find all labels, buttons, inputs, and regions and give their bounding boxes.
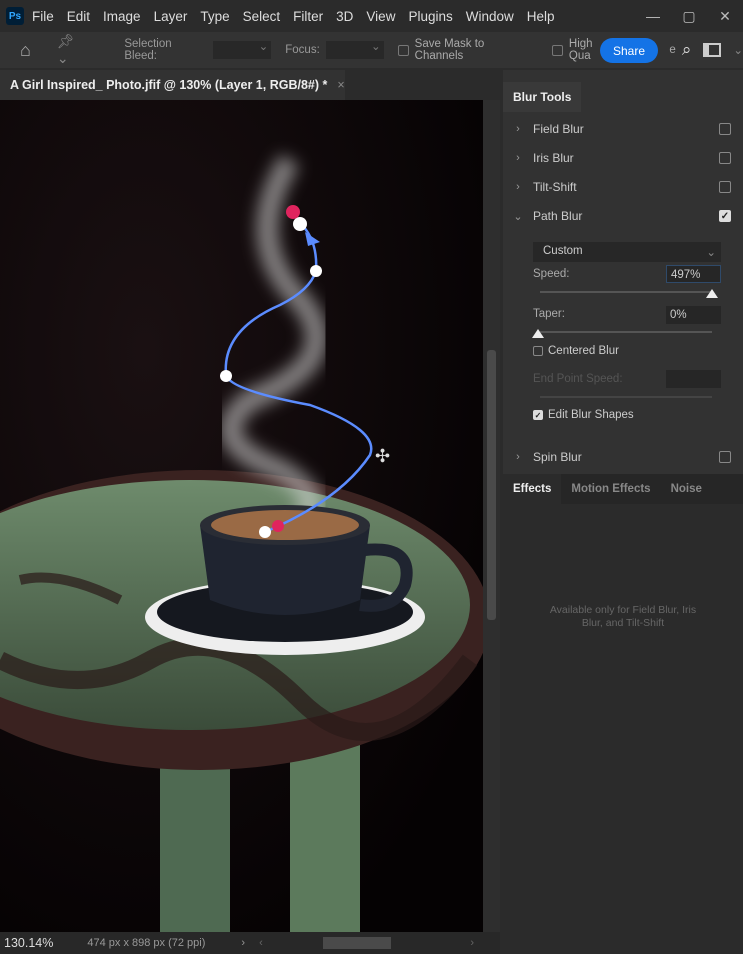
chevron-down-icon[interactable]: ⌄ xyxy=(503,210,533,223)
path-point xyxy=(220,370,232,382)
maximize-button[interactable]: ▢ xyxy=(671,8,707,25)
blur-item-tilt-shift[interactable]: › Tilt-Shift xyxy=(503,173,743,201)
taper-slider[interactable] xyxy=(540,331,712,333)
status-bar: 130.14% 474 px x 898 px (72 ppi) › ‹ › xyxy=(0,932,500,954)
tilt-shift-checkbox[interactable] xyxy=(719,181,731,193)
centered-blur-checkbox[interactable] xyxy=(533,346,543,356)
speed-label: Speed: xyxy=(533,268,570,280)
menu-layer[interactable]: Layer xyxy=(154,9,188,24)
end-point-speed-label: End Point Speed: xyxy=(533,373,623,385)
horizontal-scrollbar[interactable]: ‹ › xyxy=(259,937,474,949)
menu-image[interactable]: Image xyxy=(103,9,141,24)
blur-item-field[interactable]: › Field Blur xyxy=(503,115,743,143)
menu-file[interactable]: File xyxy=(32,9,54,24)
path-blur-checkbox[interactable]: ✓ xyxy=(719,210,731,222)
document-title: A Girl Inspired_ Photo.jfif @ 130% (Laye… xyxy=(10,78,328,92)
scroll-thumb[interactable] xyxy=(487,350,496,620)
menu-edit[interactable]: Edit xyxy=(67,9,90,24)
blur-item-spin[interactable]: › Spin Blur xyxy=(503,443,743,471)
edit-blur-shapes-checkbox[interactable]: ✓ xyxy=(533,410,543,420)
menu-view[interactable]: View xyxy=(366,9,395,24)
document-tab[interactable]: A Girl Inspired_ Photo.jfif @ 130% (Laye… xyxy=(0,70,345,100)
menu-type[interactable]: Type xyxy=(200,9,229,24)
chevron-right-icon[interactable]: › xyxy=(503,152,533,164)
zoom-level[interactable]: 130.14% xyxy=(4,936,53,950)
close-tab-icon[interactable]: × xyxy=(337,78,344,92)
document-tab-bar: A Girl Inspired_ Photo.jfif @ 130% (Laye… xyxy=(0,70,500,100)
coffee xyxy=(211,510,359,540)
status-arrow-icon[interactable]: › xyxy=(241,937,245,949)
chevron-right-icon[interactable]: › xyxy=(503,181,533,193)
photoshop-logo: Ps xyxy=(6,7,24,25)
cursor-icon: ✣ xyxy=(375,446,390,466)
field-blur-checkbox[interactable] xyxy=(719,123,731,135)
save-mask-label: Save Mask to Channels xyxy=(414,38,485,62)
focus-label: Focus: xyxy=(285,44,320,56)
preset-dropdown[interactable]: Custom ⌄ xyxy=(533,242,721,262)
pin-icon xyxy=(286,205,300,219)
tab-noise[interactable]: Noise xyxy=(661,474,712,504)
home-icon[interactable]: ⌂ xyxy=(20,40,31,61)
chevron-right-icon[interactable]: › xyxy=(503,451,533,463)
save-mask-checkbox[interactable] xyxy=(397,44,409,56)
effects-note: Available only for Field Blur, Iris Blur… xyxy=(549,604,697,629)
centered-blur-label: Centered Blur xyxy=(548,345,619,357)
blur-item-iris[interactable]: › Iris Blur xyxy=(503,144,743,172)
menu-help[interactable]: Help xyxy=(527,9,555,24)
effects-panel: Effects Motion Effects Noise Available o… xyxy=(503,474,743,954)
path-point xyxy=(293,217,307,231)
path-point xyxy=(259,526,271,538)
menu-select[interactable]: Select xyxy=(243,9,281,24)
menu-bar: Ps File Edit Image Layer Type Select Fil… xyxy=(0,0,743,32)
speed-slider-thumb[interactable] xyxy=(706,289,718,298)
pin-tool-icon[interactable]: 📌︎⌄ xyxy=(57,33,86,67)
spin-blur-checkbox[interactable] xyxy=(719,451,731,463)
speed-slider[interactable] xyxy=(540,291,712,293)
menu-3d[interactable]: 3D xyxy=(336,9,353,24)
menu-filter[interactable]: Filter xyxy=(293,9,323,24)
selection-bleed-dropdown[interactable] xyxy=(213,39,272,59)
high-quality-label-tail: e xyxy=(669,44,676,56)
chevron-right-icon[interactable]: › xyxy=(503,123,533,135)
taper-slider-thumb[interactable] xyxy=(532,329,544,338)
pin-icon xyxy=(272,520,284,532)
document-info: 474 px x 898 px (72 ppi) xyxy=(87,937,206,949)
workspace-icon[interactable] xyxy=(703,43,722,57)
search-icon[interactable]: ⌕ xyxy=(682,40,692,60)
end-point-speed-slider xyxy=(540,396,712,398)
edit-blur-shapes-label: Edit Blur Shapes xyxy=(548,409,634,421)
iris-blur-checkbox[interactable] xyxy=(719,152,731,164)
blur-item-path[interactable]: ⌄ Path Blur ✓ xyxy=(503,202,743,230)
share-button[interactable]: Share xyxy=(600,38,658,63)
tab-effects[interactable]: Effects xyxy=(503,474,562,504)
blur-tools-panel: Blur Tools › Field Blur › Iris Blur › Tilt-… xyxy=(503,70,743,954)
close-window-button[interactable]: ✕ xyxy=(707,8,743,25)
speed-input[interactable]: 497% xyxy=(666,265,721,283)
chevron-down-icon[interactable]: ⌄ xyxy=(733,43,743,57)
taper-input[interactable]: 0% xyxy=(666,306,721,324)
minimize-button[interactable]: — xyxy=(635,8,671,24)
end-point-speed-input xyxy=(666,370,721,388)
focus-dropdown[interactable] xyxy=(325,39,384,59)
chevron-down-icon: ⌄ xyxy=(706,247,716,259)
tab-motion-effects[interactable]: Motion Effects xyxy=(561,474,660,504)
image-canvas[interactable]: ✣ xyxy=(0,100,490,932)
taper-label: Taper: xyxy=(533,308,565,320)
path-point xyxy=(310,265,322,277)
tab-blur-tools[interactable]: Blur Tools xyxy=(503,82,582,112)
vertical-scrollbar[interactable] xyxy=(483,100,500,932)
menu-window[interactable]: Window xyxy=(466,9,514,24)
selection-bleed-label: Selection Bleed: xyxy=(124,38,172,62)
menu-plugins[interactable]: Plugins xyxy=(408,9,452,24)
high-quality-checkbox[interactable] xyxy=(551,44,563,56)
